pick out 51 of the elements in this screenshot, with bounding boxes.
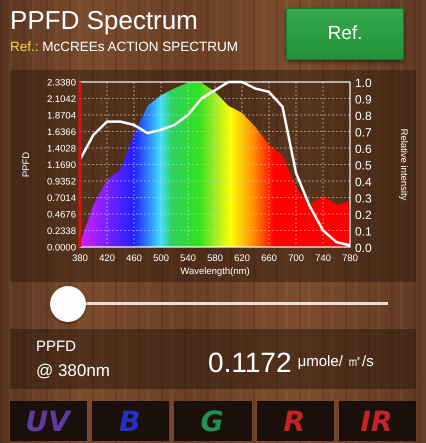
y-tick-label: 1.1690 (46, 160, 76, 171)
readout-wavelength: @ 380nm (36, 360, 111, 380)
y2-axis-title: Relative intensity (398, 128, 409, 200)
y-tick-label: 0.4676 (46, 210, 76, 220)
y-tick-label: 0.2338 (46, 226, 76, 237)
y-tick-label: 0.7014 (46, 193, 76, 204)
y-tick-label: 0.9352 (46, 176, 76, 188)
y2-tick-label: 1.0 (355, 76, 372, 90)
x-axis-title: Wavelength(nm) (180, 266, 250, 277)
y2-tick-label: 0.6 (355, 142, 372, 156)
y-axis-title: PPFD (21, 152, 32, 178)
x-tick-label: 380 (72, 253, 88, 264)
y-tick-label: 1.6366 (46, 127, 76, 138)
wavelength-slider[interactable] (50, 286, 388, 322)
reference-label: Ref.: (10, 39, 39, 54)
x-tick-label: 420 (99, 253, 115, 264)
screen-title: PPFD Spectrum (10, 4, 199, 36)
reference-name: McCREEs ACTION SPECTRUM (42, 39, 238, 54)
x-tick-label: 780 (342, 253, 358, 264)
y2-tick-label: 0.0 (355, 241, 372, 255)
band-button[interactable]: IR (338, 401, 416, 441)
readout-unit: μmole/ ㎡/s (298, 352, 374, 370)
x-tick-label: 740 (315, 253, 331, 264)
reference-button[interactable]: Ref. (286, 8, 404, 60)
y-tick-label: 1.4028 (46, 144, 76, 154)
y-tick-label: 2.3380 (46, 78, 76, 88)
y-tick-label: 2.1042 (46, 94, 76, 105)
band-button[interactable]: UV (10, 401, 88, 441)
y2-tick-label: 0.2 (355, 208, 372, 222)
x-tick-label: 660 (261, 253, 277, 264)
slider-thumb[interactable] (50, 286, 86, 322)
y2-tick-label: 0.1 (355, 224, 372, 238)
y2-tick-label: 0.9 (355, 92, 372, 106)
y-tick-label: 1.8704 (46, 110, 76, 122)
x-tick-label: 700 (288, 253, 304, 264)
band-button[interactable]: R (256, 401, 334, 441)
x-tick-label: 500 (153, 253, 169, 264)
y2-tick-label: 0.7 (355, 126, 372, 140)
readout-value: 0.1172 (208, 347, 292, 379)
y2-tick-label: 0.3 (355, 192, 372, 206)
y2-tick-label: 0.8 (355, 109, 372, 123)
y-tick-label: 0.0000 (46, 242, 76, 254)
y2-tick-label: 0.5 (355, 158, 372, 172)
x-tick-label: 620 (234, 253, 250, 264)
readout-label: PPFD (36, 338, 78, 354)
band-button[interactable]: G (174, 401, 252, 441)
y2-tick-label: 0.4 (355, 175, 372, 189)
band-button[interactable]: B (92, 401, 170, 441)
x-tick-label: 540 (180, 253, 196, 264)
x-tick-label: 580 (207, 253, 223, 264)
x-tick-label: 460 (126, 253, 142, 264)
